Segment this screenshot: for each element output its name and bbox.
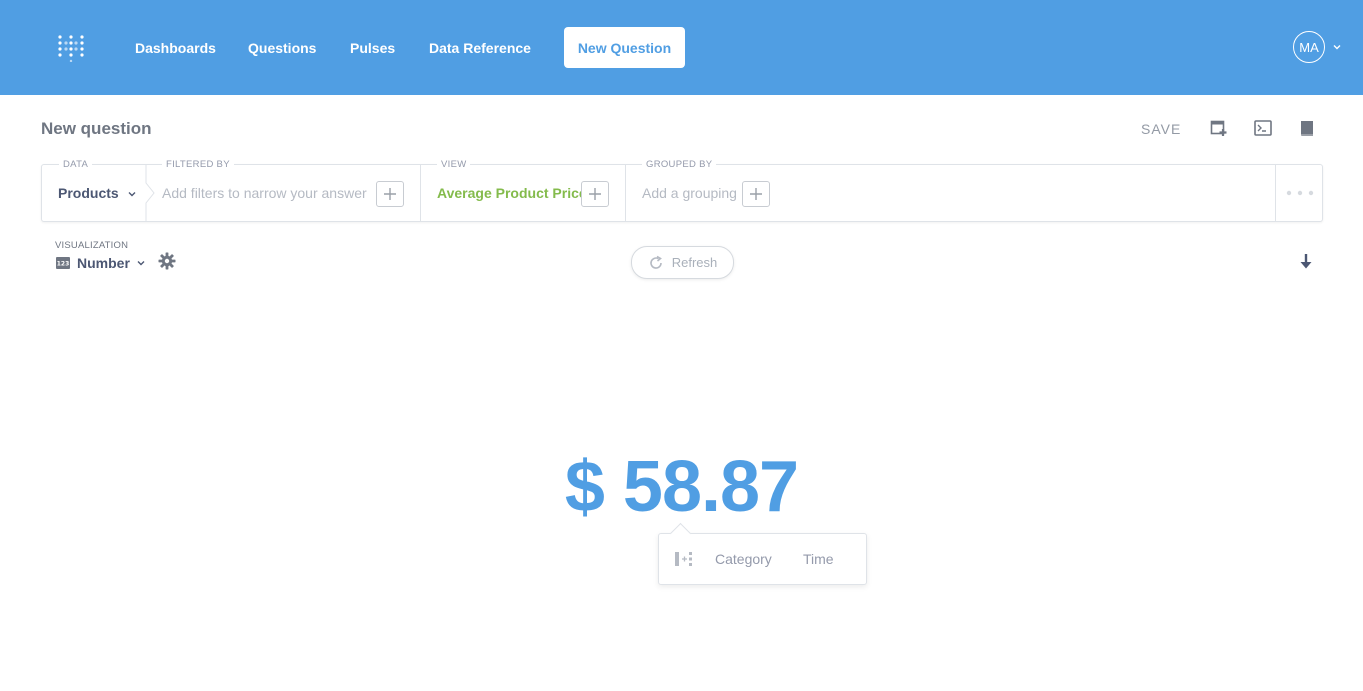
plus-icon	[750, 188, 762, 200]
breakout-icon	[675, 552, 692, 566]
aggregation-value[interactable]: Average Product Price	[437, 184, 587, 202]
filter-label: FILTERED BY	[162, 159, 234, 170]
plus-icon	[384, 188, 396, 200]
page-title: New question	[41, 119, 152, 138]
breakout-popover: Category Time	[658, 533, 867, 585]
breakout-option-time[interactable]: Time	[803, 551, 834, 567]
groupby-placeholder[interactable]: Add a grouping	[642, 184, 737, 202]
filter-placeholder[interactable]: Add filters to narrow your answer	[162, 184, 367, 202]
refresh-icon	[649, 255, 662, 269]
add-aggregation-button[interactable]	[581, 181, 609, 207]
scalar-value[interactable]: $ 58.87	[0, 445, 1363, 529]
nav-pulses[interactable]: Pulses	[350, 38, 395, 58]
sql-console-icon[interactable]	[1254, 119, 1272, 137]
save-button[interactable]: SAVE	[1141, 121, 1181, 137]
nav-data-reference[interactable]: Data Reference	[429, 38, 531, 58]
groupby-section: GROUPED BY Add a grouping	[626, 159, 1266, 221]
chevron-down-icon	[128, 192, 136, 197]
chevron-down-icon[interactable]	[1332, 42, 1342, 52]
download-icon[interactable]	[1299, 253, 1313, 271]
view-section: VIEW Average Product Price	[421, 159, 625, 221]
visualization-type: Number	[77, 255, 130, 271]
refresh-label: Refresh	[671, 255, 718, 270]
add-filter-button[interactable]	[376, 181, 404, 207]
visualization-label: VISUALIZATION	[55, 240, 129, 251]
data-source-picker[interactable]: Products	[58, 184, 137, 202]
data-label: DATA	[59, 159, 93, 170]
visualization-picker[interactable]: 123 Number	[56, 253, 146, 273]
filter-section: FILTERED BY Add filters to narrow your a…	[146, 159, 420, 221]
user-avatar[interactable]: MA	[1293, 31, 1325, 63]
svg-text:123: 123	[57, 261, 70, 268]
new-question-button[interactable]: New Question	[564, 27, 685, 68]
add-grouping-button[interactable]	[742, 181, 770, 207]
chevron-down-icon	[137, 261, 145, 266]
view-label: VIEW	[437, 159, 471, 170]
gear-icon[interactable]	[158, 252, 176, 270]
refresh-button[interactable]: Refresh	[631, 246, 734, 279]
metabase-logo-icon[interactable]	[57, 34, 85, 62]
nav-questions[interactable]: Questions	[248, 38, 316, 58]
data-reference-icon[interactable]	[1298, 119, 1316, 137]
groupby-label: GROUPED BY	[642, 159, 717, 170]
add-to-dashboard-icon[interactable]	[1210, 119, 1228, 137]
query-builder-bar: DATA Products FILTERED BY Add filters to…	[41, 159, 1323, 222]
plus-icon	[589, 188, 601, 200]
number-visualization-icon: 123	[56, 257, 70, 269]
ellipsis-icon	[1286, 190, 1313, 196]
nav-dashboards[interactable]: Dashboards	[135, 38, 216, 58]
more-options-button[interactable]	[1275, 165, 1323, 221]
top-nav: Dashboards Questions Pulses Data Referen…	[0, 0, 1363, 95]
data-section: DATA Products	[42, 159, 145, 221]
breakout-option-category[interactable]: Category	[715, 551, 772, 567]
data-source-value: Products	[58, 185, 119, 201]
